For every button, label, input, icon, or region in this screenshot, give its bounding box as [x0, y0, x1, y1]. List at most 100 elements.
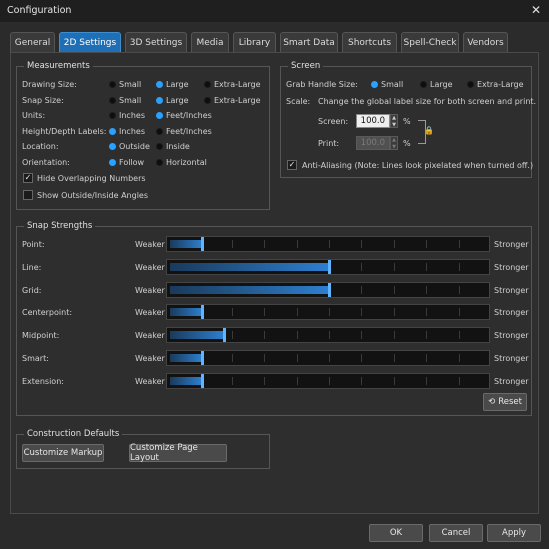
slider-thumb[interactable]	[201, 305, 204, 320]
screen-scale-spinner[interactable]: ▲ ▼	[390, 114, 398, 128]
screen-scale-input[interactable]: 100.0	[356, 114, 390, 128]
grab-small-radio[interactable]	[371, 81, 378, 88]
slider-tick	[231, 308, 233, 317]
grab-large-radio[interactable]	[420, 81, 427, 88]
slider-fill	[170, 262, 329, 271]
measurement-label: Location:	[22, 142, 59, 151]
slider-tick	[458, 240, 460, 248]
snap-row-label: Midpoint:	[22, 331, 60, 341]
slider-tick	[264, 240, 266, 248]
lock-icon[interactable]: 🔒	[424, 126, 434, 135]
slider-tick	[426, 285, 428, 294]
tab-media[interactable]: Media	[191, 32, 229, 52]
cancel-button[interactable]: Cancel	[429, 524, 483, 542]
tab-library[interactable]: Library	[233, 32, 276, 52]
stronger-label: Stronger	[494, 331, 529, 341]
tab-general[interactable]: General	[10, 32, 55, 52]
slider-tick	[426, 262, 428, 271]
snap-strength-slider[interactable]	[166, 258, 490, 275]
tab-3d-settings[interactable]: 3D Settings	[125, 32, 187, 52]
slider-tick	[329, 376, 330, 385]
tab-spell-check[interactable]: Spell-Check	[401, 32, 459, 52]
slider-tick	[264, 331, 266, 340]
measurement-radio[interactable]	[156, 96, 163, 104]
customize-markup-button[interactable]: Customize Markup	[22, 444, 104, 462]
slider-tick	[426, 376, 428, 385]
slider-fill	[170, 240, 202, 248]
snap-row-label: Point:	[22, 240, 45, 249]
close-icon[interactable]: ✕	[531, 3, 541, 17]
snap-strength-slider[interactable]	[166, 350, 490, 366]
tab-smart-data[interactable]: Smart Data	[280, 32, 338, 52]
measurement-radio[interactable]	[156, 143, 163, 150]
slider-tick	[264, 308, 266, 317]
slider-fill	[170, 285, 329, 294]
weaker-label: Weaker	[135, 331, 165, 341]
slider-tick	[393, 240, 395, 248]
hide-overlapping-checkbox[interactable]: ✓	[23, 173, 33, 183]
measurement-radio[interactable]	[109, 81, 116, 88]
slider-tick	[361, 240, 363, 248]
snap-strength-slider[interactable]	[166, 304, 490, 321]
slider-tick	[393, 354, 395, 362]
snap-strength-slider[interactable]	[166, 327, 490, 344]
snap-strength-slider[interactable]	[166, 236, 490, 252]
measurement-radio[interactable]	[156, 127, 163, 135]
measurement-radio[interactable]	[156, 158, 163, 166]
snap-row-label: Centerpoint:	[22, 308, 73, 318]
measurement-radio[interactable]	[109, 158, 116, 166]
measurement-radio[interactable]	[156, 81, 163, 88]
measurement-radio[interactable]	[156, 112, 163, 119]
tab-vendors[interactable]: Vendors	[463, 32, 508, 52]
show-angles-label: Show Outside/Inside Angles	[37, 191, 149, 200]
measurement-option-label: Follow	[119, 157, 145, 167]
slider-tick	[458, 354, 460, 362]
print-scale-spinner[interactable]: ▲ ▼	[390, 136, 398, 150]
measurement-radio[interactable]	[204, 81, 211, 88]
weaker-label: Weaker	[135, 262, 165, 272]
scale-description: Change the global label size for both sc…	[318, 97, 537, 106]
measurement-label: Units:	[22, 111, 46, 120]
measurements-title: Measurements	[24, 61, 93, 71]
reset-button[interactable]: ⟲ Reset	[483, 393, 527, 411]
slider-thumb[interactable]	[223, 328, 226, 343]
slider-tick	[361, 331, 363, 340]
stronger-label: Stronger	[494, 262, 529, 272]
tab-2d-settings[interactable]: 2D Settings	[59, 32, 121, 52]
grab-extra-large-radio[interactable]	[467, 81, 474, 88]
measurement-radio[interactable]	[109, 127, 116, 135]
measurement-radio[interactable]	[204, 96, 211, 104]
slider-tick	[361, 262, 363, 271]
measurement-option-label: Feet/Inches	[166, 126, 212, 136]
stronger-label: Stronger	[494, 308, 529, 318]
anti-aliasing-label: Anti-Aliasing (Note: Lines look pixelate…	[302, 161, 534, 170]
measurement-option-label: Inches	[119, 111, 145, 120]
show-angles-checkbox[interactable]	[23, 190, 33, 200]
snap-strength-slider[interactable]	[166, 281, 490, 298]
slider-thumb[interactable]	[328, 259, 331, 274]
slider-tick	[296, 354, 298, 362]
measurement-option-label: Feet/Inches	[166, 111, 212, 120]
print-scale-input[interactable]: 100.0	[356, 136, 390, 150]
slider-thumb[interactable]	[328, 282, 331, 297]
measurement-radio[interactable]	[109, 143, 116, 150]
anti-aliasing-checkbox[interactable]: ✓	[287, 160, 297, 170]
slider-thumb[interactable]	[201, 237, 204, 251]
tab-shortcuts[interactable]: Shortcuts	[342, 32, 397, 52]
slider-tick	[264, 376, 266, 385]
ok-button[interactable]: OK	[369, 524, 423, 542]
slider-tick	[361, 308, 363, 317]
slider-thumb[interactable]	[201, 351, 204, 365]
slider-tick	[329, 308, 330, 317]
snap-strength-slider[interactable]	[166, 372, 490, 389]
slider-thumb[interactable]	[201, 373, 204, 388]
screen-percent: %	[403, 117, 411, 126]
slider-tick	[458, 308, 460, 317]
print-percent: %	[403, 139, 411, 148]
apply-button[interactable]: Apply	[487, 524, 541, 542]
slider-tick	[458, 262, 460, 271]
weaker-label: Weaker	[135, 376, 165, 386]
measurement-radio[interactable]	[109, 96, 116, 104]
customize-page-layout-button[interactable]: Customize Page Layout	[129, 443, 227, 463]
measurement-radio[interactable]	[109, 112, 116, 119]
